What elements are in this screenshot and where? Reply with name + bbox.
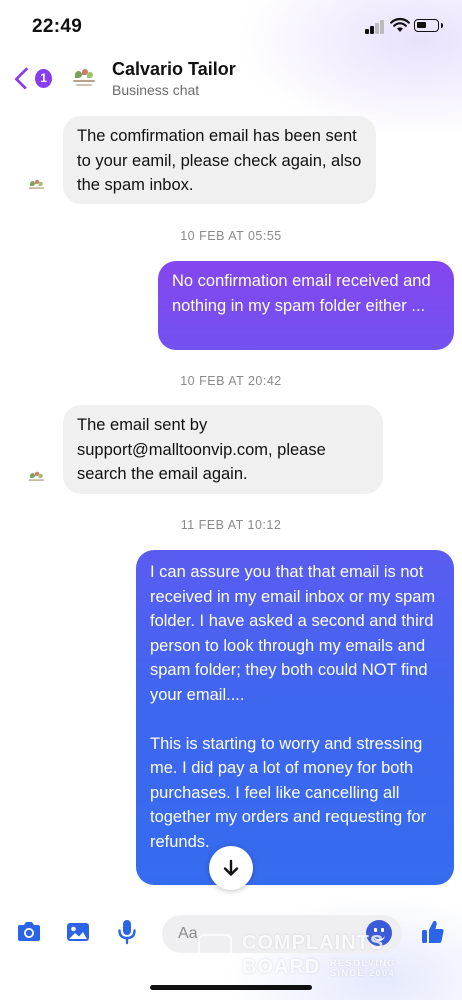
message-bubble-incoming[interactable]: The email sent by support@malltoonvip.co… — [63, 405, 383, 494]
sender-avatar — [24, 467, 46, 489]
arrow-down-icon — [223, 859, 239, 876]
microphone-icon — [118, 920, 136, 945]
watermark-line1: COMPLAINTS — [242, 932, 385, 954]
message-input-placeholder: Aa — [178, 925, 198, 942]
page-title[interactable]: Calvario Tailor — [112, 59, 236, 80]
like-button[interactable] — [418, 917, 448, 947]
camera-icon — [18, 922, 40, 941]
scroll-to-bottom-button[interactable] — [209, 846, 253, 890]
message-bubble-outgoing[interactable]: No confirmation email received and nothi… — [158, 261, 454, 350]
watermark: COMPLAINTS BOARD RESOLVING SINCE 2004 — [198, 928, 418, 984]
chat-subtitle: Business chat — [112, 82, 200, 98]
back-button[interactable]: 1 — [12, 64, 52, 92]
avatar[interactable] — [66, 60, 102, 96]
message-bubble-incoming[interactable]: The comfirmation email has been sent to … — [63, 116, 376, 204]
home-indicator — [150, 985, 312, 990]
chat-header: 1 Calvario Tailor Business chat — [0, 52, 462, 108]
microphone-button[interactable] — [112, 917, 142, 947]
unread-badge: 1 — [35, 68, 52, 88]
watermark-tagline2: SINCE 2004 — [330, 968, 396, 978]
status-time: 22:49 — [32, 16, 83, 37]
status-bar: 22:49 — [0, 0, 462, 50]
message-bubble-outgoing[interactable]: I can assure you that that email is not … — [136, 550, 454, 885]
sender-avatar — [24, 175, 46, 197]
signal-icon — [365, 20, 385, 34]
business-logo-icon — [27, 179, 45, 193]
battery-icon — [414, 19, 443, 32]
watermark-line2: BOARD — [242, 956, 321, 978]
business-logo-icon — [71, 69, 97, 87]
chevron-left-icon — [14, 66, 38, 90]
gallery-button[interactable] — [63, 917, 93, 947]
image-icon — [67, 923, 89, 941]
timestamp: 10 FEB AT 20:42 — [180, 374, 282, 388]
watermark-tagline1: RESOLVING — [330, 958, 396, 968]
watermark-tagline: RESOLVING SINCE 2004 — [330, 958, 396, 978]
business-logo-icon — [27, 471, 45, 485]
timestamp: 10 FEB AT 05:55 — [180, 229, 282, 243]
wifi-icon — [390, 17, 410, 32]
message-text: The email sent by support@malltoonvip.co… — [77, 416, 326, 483]
shield-icon — [198, 934, 232, 974]
camera-button[interactable] — [14, 917, 44, 947]
timestamp: 11 FEB AT 10:12 — [180, 518, 282, 532]
thumbs-up-icon — [422, 920, 444, 943]
